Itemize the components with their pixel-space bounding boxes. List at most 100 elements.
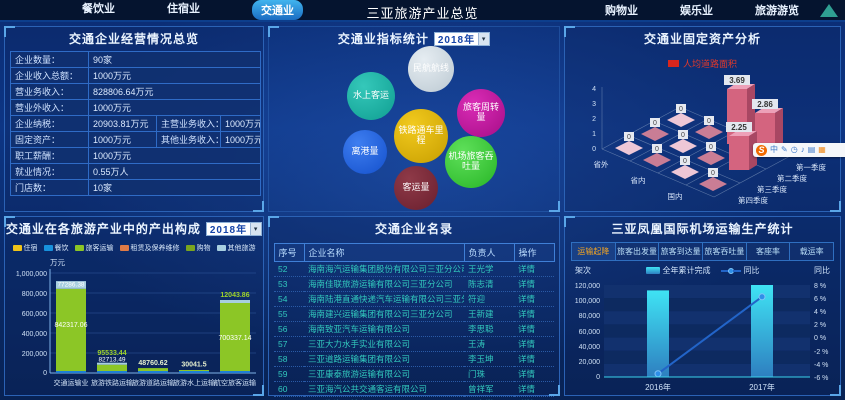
svg-text:0: 0	[711, 170, 715, 177]
stacked-bar: 48760.62	[138, 360, 168, 373]
detail-link[interactable]: 详情	[514, 291, 554, 307]
detail-link[interactable]: 详情	[514, 321, 554, 337]
mic-icon[interactable]: ♪	[801, 143, 805, 157]
row-value: 20903.81万元	[88, 115, 157, 132]
row-label: 门店数：	[10, 179, 89, 196]
panel-title: 交通业在各旅游产业中的产出构成 2018年	[5, 217, 263, 237]
detail-link[interactable]: 详情	[514, 366, 554, 382]
output-bar-chart: 万元 1,000,000 800,000 600,000 400,000 200…	[16, 258, 256, 387]
legend-swatch	[667, 60, 679, 67]
stacked-bar: 30041.5	[179, 362, 209, 373]
airport-combo-chart: 120,000 100,000 80,000 60,000 40,000 20,…	[574, 283, 828, 392]
clock-icon[interactable]: ◷	[791, 143, 798, 157]
row-label: 企业纳税：	[10, 115, 89, 132]
chinese-mode-icon[interactable]: 中	[770, 143, 778, 157]
stat-tabs: 运输起降 旅客出发量 旅客到达量 旅客吞吐量 客座率 载运率	[571, 242, 834, 261]
tab-departing-passengers[interactable]: 旅客出发量	[615, 243, 660, 260]
nav-item-lodging[interactable]: 住宿业	[167, 0, 200, 20]
tab-load-factor[interactable]: 客座率	[746, 243, 791, 260]
tab-carrying-rate[interactable]: 载运率	[790, 243, 834, 260]
tab-takeoff-landing[interactable]: 运输起降	[572, 243, 616, 260]
svg-text:第一季度: 第一季度	[796, 162, 826, 172]
assets-3d-chart: 4 3 2 1 0 0 0 0 0 0 0 0 0 0 3.69 2.86 2.…	[592, 75, 826, 205]
year-dropdown-value: 2018年	[437, 35, 476, 46]
detail-link[interactable]: 详情	[514, 306, 554, 322]
svg-text:80,000: 80,000	[578, 313, 600, 320]
svg-text:航空旅客运输: 航空旅客运输	[214, 378, 256, 387]
legend-label: 人均道路面积	[682, 59, 737, 69]
panel-title: 交通企业名录	[374, 222, 453, 236]
svg-text:第四季度: 第四季度	[738, 195, 768, 205]
svg-text:2.25: 2.25	[731, 123, 747, 132]
chevron-down-icon[interactable]	[478, 32, 490, 45]
legend-swatch	[43, 245, 53, 251]
svg-text:4: 4	[592, 86, 596, 93]
detail-link[interactable]: 详情	[514, 351, 554, 367]
bubble-passenger-turnover: 旅客周转量	[457, 89, 505, 137]
nav-item-shopping[interactable]: 购物业	[605, 2, 638, 18]
sogou-logo-icon[interactable]: S	[756, 144, 767, 156]
dashboard: 餐饮业 住宿业 交通业 三亚旅游产业总览 购物业 娱乐业 旅游游览 交通企业经营…	[0, 0, 845, 400]
sogou-ime-toolbar[interactable]: S 中 ✎ ◷ ♪ ▤ ▦	[753, 143, 845, 157]
nav-item-transport[interactable]: 交通业	[252, 0, 303, 20]
year-dropdown[interactable]: 2018年	[433, 31, 491, 46]
svg-text:2: 2	[592, 116, 596, 123]
year-dropdown-value: 2018年	[209, 225, 248, 236]
table-row: 门店数： 10家	[10, 179, 262, 196]
tab-arriving-passengers[interactable]: 旅客到达量	[659, 243, 704, 260]
nav-item-catering[interactable]: 餐饮业	[82, 0, 115, 20]
bubble-departure-volume: 离港量	[343, 130, 387, 174]
home-triangle-icon[interactable]	[820, 4, 838, 17]
legend-swatch	[12, 245, 22, 251]
nav-left-group: 餐饮业 住宿业 交通业	[82, 0, 303, 20]
table-row: 58 三亚道路运输集团有限公司 李玉坤 详情	[274, 351, 554, 367]
svg-text:万元: 万元	[50, 258, 65, 267]
detail-link[interactable]: 详情	[514, 336, 554, 352]
bubble-airport-throughput: 机场旅客吞吐量	[445, 136, 497, 188]
svg-text:30041.5: 30041.5	[181, 362, 206, 369]
nav-right-group: 购物业 娱乐业 旅游游览	[605, 2, 799, 18]
tab-passenger-throughput[interactable]: 旅客吞吐量	[703, 243, 747, 260]
svg-text:旅游铁路运输: 旅游铁路运输	[91, 378, 133, 387]
directory-table: 序号 企业名称 负责人 操作 52 海南海汽运输集团股份有限公司三亚分公司 王光学 详情 …	[273, 243, 555, 400]
row-value: 1000万元	[87, 67, 262, 84]
detail-link[interactable]: 详情	[514, 261, 554, 277]
table-row: 61三亚海汽运输有限公司王光学详情	[274, 396, 554, 400]
svg-text:1: 1	[592, 131, 596, 138]
bubble-water-passenger: 水上客运	[347, 72, 395, 120]
stacked-bar: 77286.38 842317.06	[54, 281, 88, 373]
nav-item-sightseeing[interactable]: 旅游游览	[755, 2, 799, 18]
handwriting-pen-icon[interactable]: ✎	[781, 143, 788, 157]
detail-link[interactable]: 详情	[514, 396, 554, 400]
top-nav: 餐饮业 住宿业 交通业 三亚旅游产业总览 购物业 娱乐业 旅游游览	[0, 0, 845, 22]
toolbox-icon[interactable]: ▦	[818, 143, 826, 157]
row-label: 就业情况：	[10, 163, 89, 180]
year-dropdown[interactable]: 2018年	[205, 221, 263, 236]
svg-text:4 %: 4 %	[814, 309, 826, 316]
panel-title-text: 交通业在各旅游产业中的产出构成	[5, 222, 201, 236]
svg-text:0: 0	[627, 134, 631, 141]
panel-airport-stats: 三亚凤凰国际机场运输生产统计 运输起降 旅客出发量 旅客到达量 旅客吞吐量 客座…	[564, 216, 841, 396]
svg-text:600,000: 600,000	[22, 311, 47, 318]
nav-item-entertainment[interactable]: 娱乐业	[680, 2, 713, 18]
keyboard-icon[interactable]: ▤	[808, 143, 816, 157]
row-value: 90家	[87, 51, 262, 68]
svg-text:48760.62: 48760.62	[138, 360, 167, 367]
svg-text:省内: 省内	[631, 175, 646, 185]
detail-link[interactable]: 详情	[514, 276, 554, 292]
svg-text:-4 %: -4 %	[814, 362, 828, 369]
table-row: 57 三亚大力水手实业有限公司 王涛 详情	[274, 336, 554, 352]
row-label: 企业数量：	[10, 51, 89, 68]
table-row: 企业收入总额： 1000万元	[10, 67, 262, 84]
panel-business-overview: 交通企业经营情况总览 企业数量： 90家 企业收入总额： 1000万元 营业务收…	[4, 26, 264, 212]
chevron-down-icon[interactable]	[250, 222, 262, 235]
table-row: 固定资产： 1000万元 其他业务收入： 1000万元	[10, 131, 262, 148]
row-value: 1000万元	[219, 115, 262, 132]
svg-text:100,000: 100,000	[574, 298, 599, 305]
row-value: 1000万元	[87, 99, 262, 116]
overview-table: 企业数量： 90家 企业收入总额： 1000万元 营业务收入： 828806.6…	[10, 51, 262, 196]
detail-link[interactable]: 详情	[514, 381, 554, 397]
table-row: 职工薪酬： 1000万元	[10, 147, 262, 164]
panel-company-directory: 交通企业名录 序号 企业名称 负责人 操作 52 海南海汽运输集团股份有限公司三亚分公…	[268, 216, 560, 400]
table-row: 52 海南海汽运输集团股份有限公司三亚分公司 王光学 详情	[274, 261, 554, 277]
